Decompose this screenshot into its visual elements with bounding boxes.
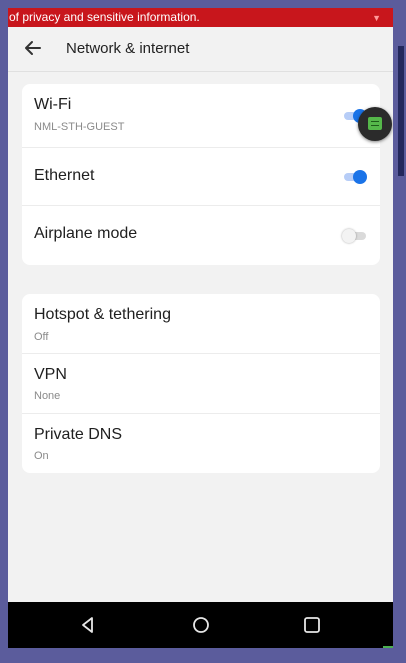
private-dns-status: On xyxy=(34,450,49,462)
nav-home-icon[interactable] xyxy=(189,613,213,637)
nav-recents-icon[interactable] xyxy=(300,613,324,637)
vpn-row[interactable]: VPN None xyxy=(22,353,380,413)
hotspot-tethering-row[interactable]: Hotspot & tethering Off xyxy=(22,294,380,353)
ethernet-toggle-thumb xyxy=(353,170,367,184)
privacy-banner: of privacy and sensitive information. ▼ xyxy=(8,8,393,27)
device-frame-edge xyxy=(398,46,404,176)
private-dns-row[interactable]: Private DNS On xyxy=(22,413,380,473)
nav-back-icon[interactable] xyxy=(76,613,100,637)
connectivity-card: Wi-Fi NML-STH-GUEST Ethernet Airplane mo… xyxy=(22,84,380,265)
ethernet-row[interactable]: Ethernet xyxy=(22,147,380,205)
floating-app-glyph xyxy=(368,117,382,130)
vpn-title: VPN xyxy=(34,366,67,383)
navigation-bar xyxy=(8,602,393,648)
airplane-toggle-thumb xyxy=(342,229,356,243)
hotspot-status: Off xyxy=(34,331,49,343)
hotspot-title: Hotspot & tethering xyxy=(34,306,171,323)
ethernet-title: Ethernet xyxy=(34,167,95,184)
privacy-banner-text: of privacy and sensitive information. xyxy=(9,10,200,24)
airplane-mode-toggle[interactable] xyxy=(342,227,368,245)
corner-marker xyxy=(383,635,393,648)
network-options-card: Hotspot & tethering Off VPN None Private… xyxy=(22,294,380,473)
page-title: Network & internet xyxy=(66,40,190,57)
wifi-row[interactable]: Wi-Fi NML-STH-GUEST xyxy=(22,84,380,147)
floating-app-icon[interactable] xyxy=(358,107,392,141)
phone-screen: of privacy and sensitive information. ▼ … xyxy=(8,8,393,648)
airplane-mode-title: Airplane mode xyxy=(34,225,138,242)
vpn-status: None xyxy=(34,390,61,402)
wifi-network-name: NML-STH-GUEST xyxy=(34,121,125,133)
ethernet-toggle[interactable] xyxy=(342,168,368,186)
banner-dropdown-icon: ▼ xyxy=(372,13,381,23)
private-dns-title: Private DNS xyxy=(34,426,123,443)
airplane-mode-row[interactable]: Airplane mode xyxy=(22,205,380,265)
wifi-title: Wi-Fi xyxy=(34,96,72,113)
back-arrow-icon[interactable] xyxy=(22,37,44,59)
app-bar: Network & internet xyxy=(8,27,393,72)
